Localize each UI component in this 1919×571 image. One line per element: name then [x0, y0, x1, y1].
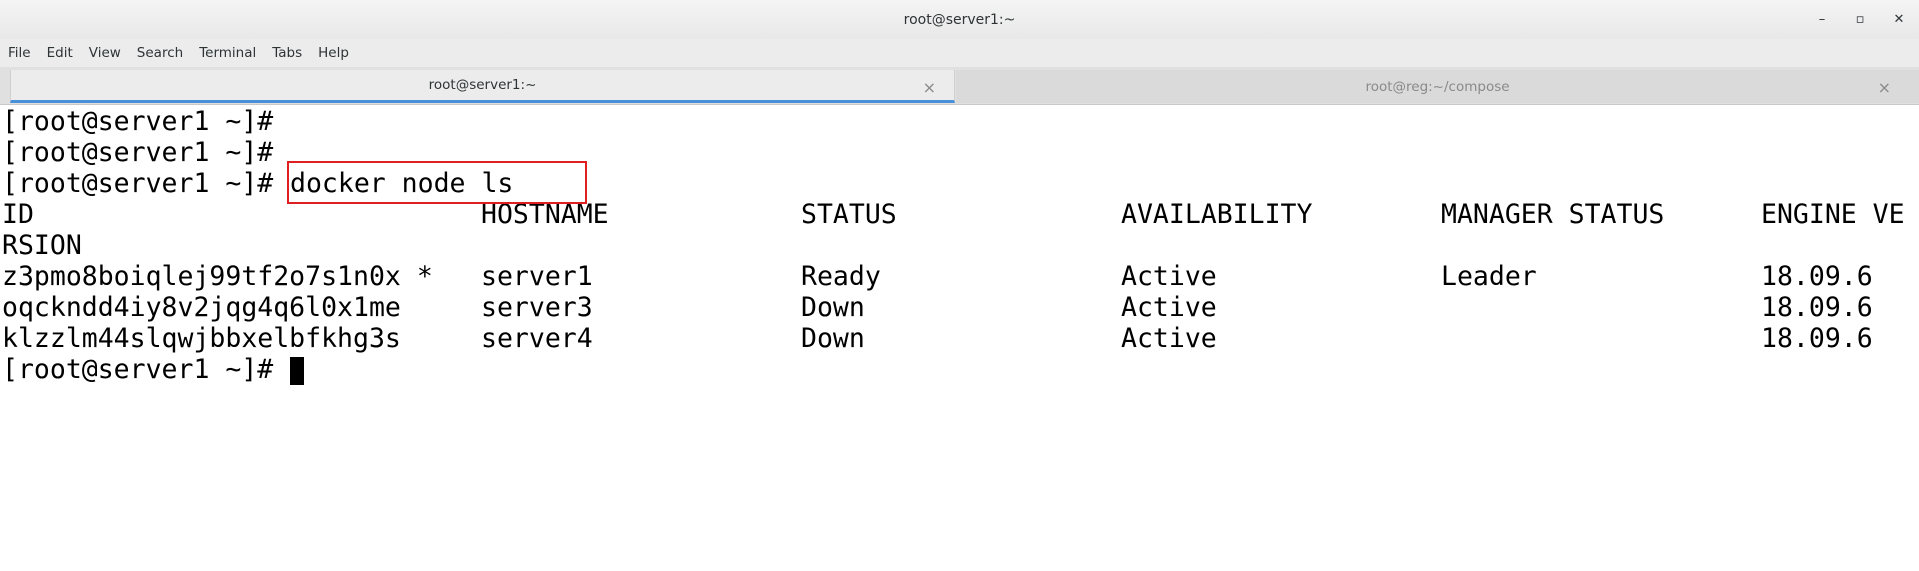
- node-availability: Active: [1121, 292, 1217, 323]
- tab-bar: root@server1:~ × root@reg:~/compose ×: [0, 67, 1919, 105]
- menu-terminal[interactable]: Terminal: [191, 45, 264, 61]
- menu-bar: File Edit View Search Terminal Tabs Help: [0, 39, 1919, 68]
- menu-view[interactable]: View: [81, 45, 129, 61]
- node-hostname: server4: [481, 323, 593, 354]
- tab-label: root@server1:~: [428, 77, 537, 93]
- menu-help[interactable]: Help: [310, 45, 357, 61]
- close-icon[interactable]: ✕: [1884, 0, 1914, 39]
- node-status: Down: [801, 292, 865, 323]
- table-row: klzzlm44slqwjbbxelbfkhg3s server4 Down A…: [2, 323, 1907, 354]
- header-status: STATUS: [801, 199, 897, 230]
- node-engine-version: 18.09.6: [1761, 323, 1873, 354]
- menu-tabs[interactable]: Tabs: [264, 45, 310, 61]
- title-bar: root@server1:~ – ▫ ✕: [0, 0, 1919, 39]
- node-availability: Active: [1121, 261, 1217, 292]
- node-id: oqckndd4iy8v2jqg4q6l0x1me: [2, 292, 401, 323]
- prompt-line: [root@server1 ~]#: [2, 354, 274, 385]
- tab-close-icon[interactable]: ×: [1878, 78, 1891, 97]
- node-engine-version: 18.09.6: [1761, 292, 1873, 323]
- command-highlight-box: [287, 161, 587, 204]
- tab-server1[interactable]: root@server1:~ ×: [10, 70, 955, 103]
- maximize-icon[interactable]: ▫: [1845, 0, 1875, 39]
- node-hostname: server3: [481, 292, 593, 323]
- minimize-icon[interactable]: –: [1807, 0, 1837, 39]
- tab-close-icon[interactable]: ×: [923, 78, 936, 97]
- node-id: klzzlm44slqwjbbxelbfkhg3s: [2, 323, 401, 354]
- header-engine-version: ENGINE VE: [1761, 199, 1905, 230]
- node-availability: Active: [1121, 323, 1217, 354]
- prompt: [root@server1 ~]#: [2, 168, 274, 199]
- menu-search[interactable]: Search: [129, 45, 191, 61]
- menu-edit[interactable]: Edit: [39, 45, 81, 61]
- prompt-line: [root@server1 ~]#: [2, 137, 274, 168]
- table-row: z3pmo8boiqlej99tf2o7s1n0x * server1 Read…: [2, 261, 1907, 292]
- prompt-line: [root@server1 ~]#: [2, 106, 274, 137]
- header-availability: AVAILABILITY: [1121, 199, 1313, 230]
- node-engine-version: 18.09.6: [1761, 261, 1873, 292]
- window-title: root@server1:~: [903, 11, 1016, 28]
- node-id: z3pmo8boiqlej99tf2o7s1n0x *: [2, 261, 433, 292]
- node-status: Down: [801, 323, 865, 354]
- header-manager-status: MANAGER STATUS: [1441, 199, 1665, 230]
- menu-file[interactable]: File: [0, 45, 39, 61]
- text-cursor: [290, 357, 304, 385]
- header-wrap: RSION: [2, 230, 82, 261]
- node-status: Ready: [801, 261, 881, 292]
- tab-label: root@reg:~/compose: [1365, 78, 1510, 95]
- table-row: oqckndd4iy8v2jqg4q6l0x1me server3 Down A…: [2, 292, 1907, 323]
- header-id: ID: [2, 199, 34, 230]
- node-hostname: server1: [481, 261, 593, 292]
- tab-reg-compose[interactable]: root@reg:~/compose ×: [956, 70, 1919, 103]
- scrollbar[interactable]: [1909, 105, 1919, 538]
- node-manager-status: Leader: [1441, 261, 1537, 292]
